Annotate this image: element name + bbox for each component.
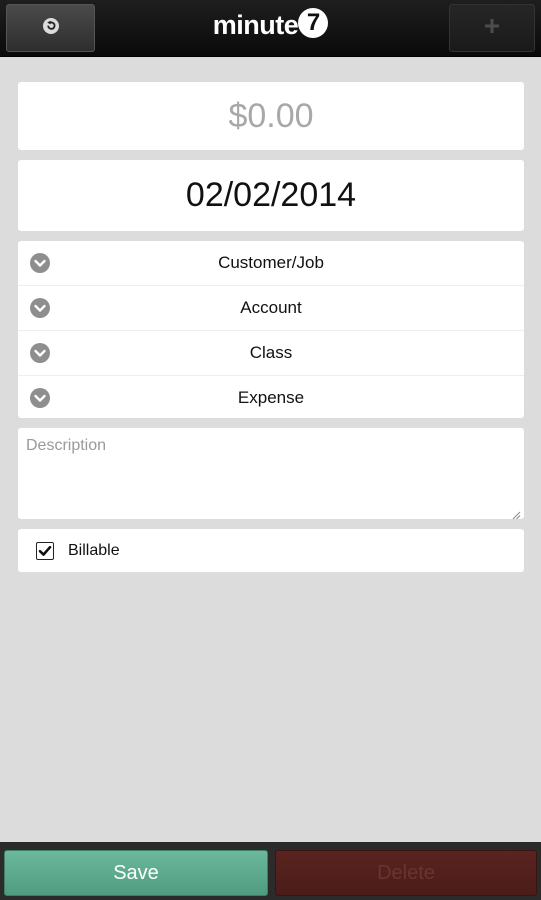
chevron-down-icon — [30, 253, 50, 273]
resize-grip-icon[interactable] — [512, 507, 521, 520]
add-button[interactable] — [449, 4, 535, 52]
billable-label: Billable — [68, 541, 120, 559]
picker-label: Class — [249, 343, 293, 362]
plus-icon — [485, 18, 499, 38]
amount-field[interactable]: $0.00 — [18, 82, 524, 150]
checkmark-icon — [38, 545, 52, 556]
chevron-down-icon — [30, 343, 50, 363]
picker-list: Customer/Job Account Class Expense — [18, 241, 524, 418]
billable-row[interactable]: Billable — [18, 529, 524, 572]
description-input[interactable] — [26, 437, 516, 510]
picker-label: Customer/Job — [218, 253, 324, 272]
bottom-bar: Save Delete — [0, 842, 541, 900]
class-picker[interactable]: Class — [18, 331, 524, 376]
account-picker[interactable]: Account — [18, 286, 524, 331]
save-button[interactable]: Save — [4, 850, 268, 896]
chevron-down-icon — [30, 388, 50, 408]
logo-badge: 7 — [298, 8, 329, 38]
chevron-down-icon — [30, 298, 50, 318]
date-field[interactable]: 02/02/2014 — [18, 160, 524, 231]
logo-text: minute — [212, 10, 299, 40]
expense-picker[interactable]: Expense — [18, 376, 524, 420]
top-bar: minute 7 — [0, 0, 541, 57]
description-card — [18, 428, 524, 520]
picker-label: Account — [240, 298, 302, 317]
delete-button[interactable]: Delete — [275, 850, 537, 896]
customer-job-picker[interactable]: Customer/Job — [18, 241, 524, 286]
billable-checkbox[interactable] — [36, 541, 54, 560]
picker-label: Expense — [237, 388, 305, 407]
